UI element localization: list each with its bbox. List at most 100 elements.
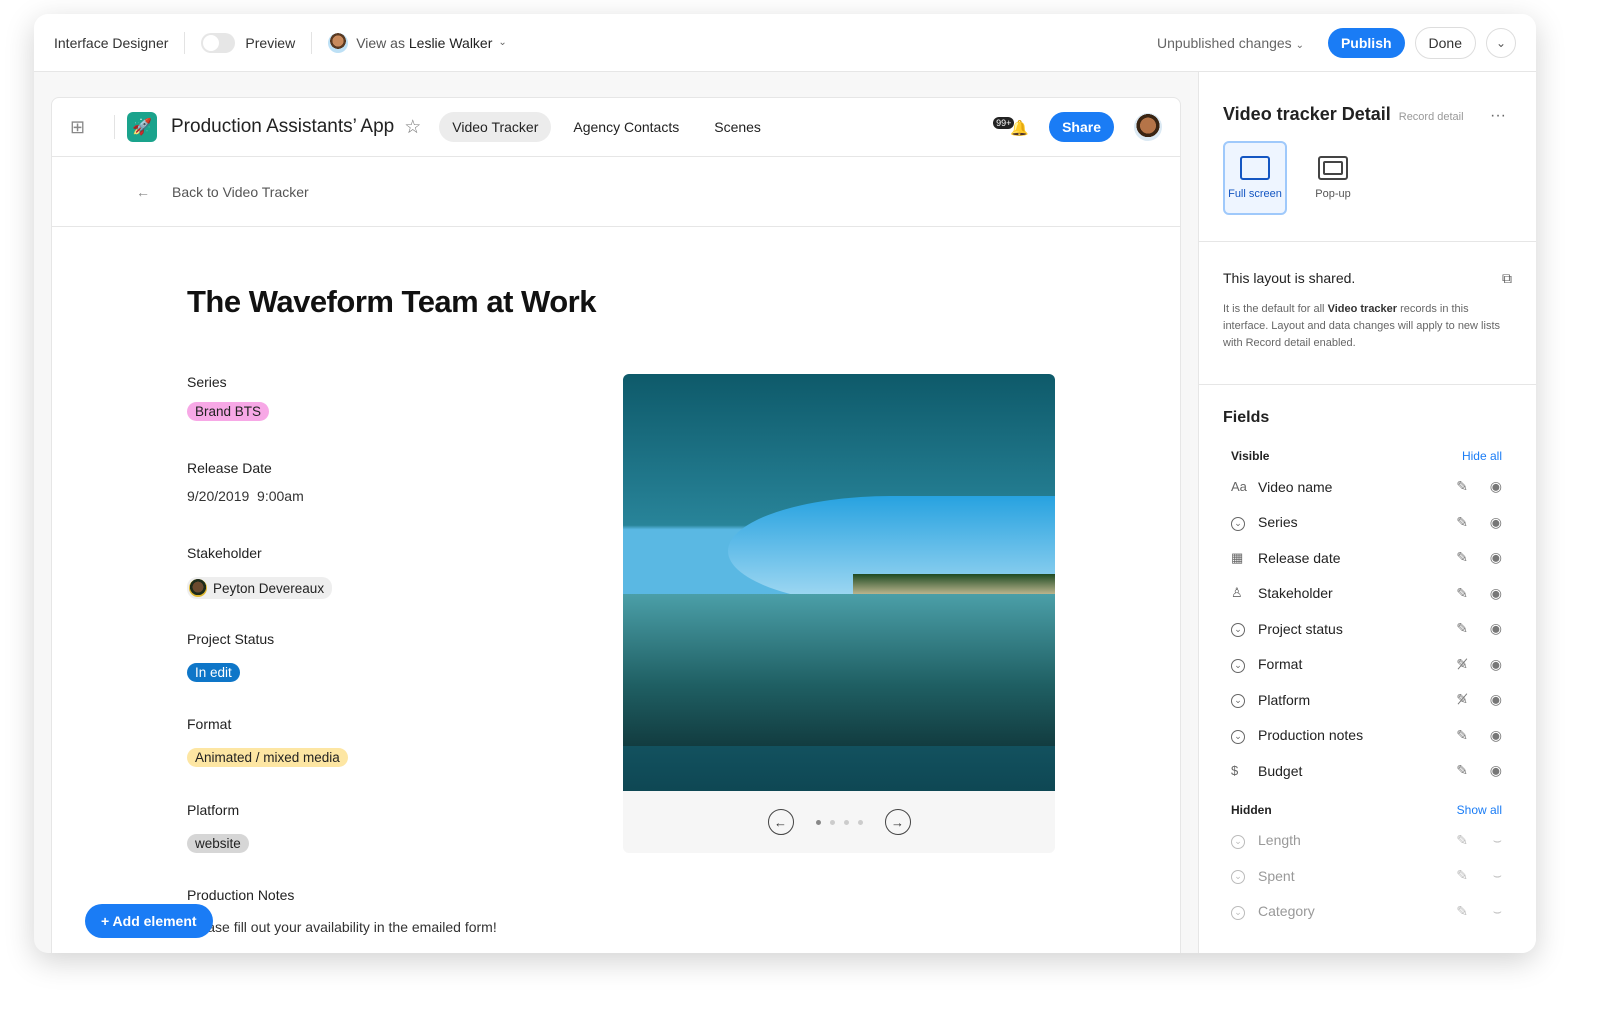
field-series: Series Brand BTS (187, 374, 497, 460)
field-name: Release date (1258, 549, 1341, 566)
panel-subtitle: Record detail (1398, 111, 1464, 123)
pop-up-icon (1318, 156, 1348, 180)
star-icon[interactable]: ☆ (404, 116, 421, 139)
shared-layout-info: This layout is shared. ⧉ It is the defaul… (1199, 242, 1536, 385)
field-row[interactable]: ⌄ Length ✎ ⌣ (1199, 823, 1536, 859)
eye-icon[interactable]: ◉ (1468, 762, 1502, 779)
carousel-dot[interactable] (843, 819, 849, 825)
shared-description: It is the default for all Video tracker … (1223, 301, 1512, 352)
production-notes-value[interactable]: Please fill out your availability in the… (187, 919, 497, 935)
arrow-right-icon[interactable]: → (884, 809, 911, 835)
eye-closed-icon[interactable]: ⌣ (1468, 903, 1502, 920)
pencil-icon[interactable]: ✎ (1434, 762, 1468, 779)
field-row[interactable]: ⌄ Category ✎ ⌣ (1199, 894, 1536, 930)
view-as-dropdown[interactable]: View as Leslie Walker ⌄ (328, 32, 507, 53)
arrow-left-icon: ← (136, 183, 150, 200)
eye-icon[interactable]: ◉ (1468, 549, 1502, 566)
text-bold: Video tracker (1327, 303, 1398, 315)
pencil-icon[interactable]: ✎ (1434, 903, 1468, 920)
tab-agency-contacts[interactable]: Agency Contacts (560, 112, 692, 142)
arrow-left-icon[interactable]: ← (767, 809, 794, 835)
field-row[interactable]: ⌄ Platform ✎̸ ◉ (1199, 682, 1536, 718)
field-label: Release Date (187, 459, 272, 476)
hide-all-link[interactable]: Hide all (1462, 449, 1502, 463)
pencil-icon[interactable]: ✎ (1434, 832, 1468, 849)
more-menu-button[interactable]: ⌄ (1486, 27, 1516, 58)
more-icon[interactable]: ··· (1490, 107, 1506, 125)
pencil-icon[interactable]: ✎ (1434, 549, 1468, 566)
detach-layout-icon[interactable]: ⧉ (1502, 270, 1512, 287)
pencil-icon[interactable]: ✎ (1434, 585, 1468, 602)
carousel-dot[interactable] (829, 819, 835, 825)
layout-full-screen[interactable]: Full screen (1223, 141, 1287, 215)
pencil-icon[interactable]: ✎ (1434, 620, 1468, 637)
view-as-user: Leslie Walker (408, 34, 493, 51)
eye-icon[interactable]: ◉ (1468, 656, 1502, 673)
status-pill[interactable]: In edit (187, 662, 240, 682)
platform-pill[interactable]: website (187, 833, 249, 853)
format-pill[interactable]: Animated / mixed media (187, 748, 348, 767)
eye-icon[interactable]: ◉ (1468, 585, 1502, 602)
done-button[interactable]: Done (1414, 26, 1476, 59)
field-row[interactable]: Aa Video name ✎ ◉ (1199, 469, 1536, 505)
chevron-down-icon: ⌄ (1495, 35, 1507, 50)
release-date-value[interactable]: 9/20/2019 9:00am (187, 488, 304, 504)
visible-heading: Visible (1231, 449, 1270, 463)
field-row[interactable]: ▦ Release date ✎ ◉ (1199, 540, 1536, 576)
pencil-off-icon[interactable]: ✎̸ (1434, 691, 1468, 708)
fields-heading: Fields (1223, 409, 1270, 426)
stakeholder-pill[interactable]: Peyton Devereaux (187, 577, 333, 599)
layout-pop-up[interactable]: Pop-up (1301, 141, 1365, 215)
eye-closed-icon[interactable]: ⌣ (1468, 832, 1502, 849)
field-row[interactable]: $ Budget ✎ ◉ (1199, 753, 1536, 789)
field-row[interactable]: ⌄ Project status ✎ ◉ (1199, 611, 1536, 647)
field-row[interactable]: ⌄ Spent ✎ ⌣ (1199, 858, 1536, 894)
carousel-dot[interactable] (857, 819, 863, 825)
rocket-icon: 🚀 (127, 112, 157, 142)
attachment-image-wave (623, 374, 1055, 806)
layout-label: Pop-up (1315, 188, 1351, 200)
field-row[interactable]: ⌄ Format ✎̸ ◉ (1199, 647, 1536, 683)
notifications-button[interactable]: 99+ 🔔 (993, 117, 1029, 137)
chevron-down-icon: ⌄ (498, 37, 507, 48)
pencil-off-icon[interactable]: ✎̸ (1434, 656, 1468, 673)
pencil-icon[interactable]: ✎ (1434, 727, 1468, 744)
user-avatar[interactable] (1134, 113, 1162, 141)
pencil-icon[interactable]: ✎ (1434, 867, 1468, 884)
eye-icon[interactable]: ◉ (1468, 691, 1502, 708)
eye-icon[interactable]: ◉ (1468, 620, 1502, 637)
pencil-icon[interactable]: ✎ (1434, 478, 1468, 495)
select-icon: ⌄ (1231, 832, 1258, 849)
eye-icon[interactable]: ◉ (1468, 478, 1502, 495)
eye-closed-icon[interactable]: ⌣ (1468, 867, 1502, 884)
avatar (189, 579, 207, 597)
apps-grid-icon[interactable]: ⊞ (70, 117, 102, 138)
preview-label: Preview (245, 34, 296, 51)
field-label: Production Notes (187, 887, 295, 903)
unpublished-changes-dropdown[interactable]: Unpublished changes ⌄ (1157, 35, 1304, 51)
calendar-icon: ▦ (1231, 549, 1244, 565)
publish-button[interactable]: Publish (1327, 27, 1405, 58)
field-row[interactable]: ♙ Stakeholder ✎ ◉ (1199, 576, 1536, 612)
tab-scenes[interactable]: Scenes (701, 112, 774, 142)
top-bar: Interface Designer Preview View as Lesli… (34, 14, 1536, 72)
tab-video-tracker[interactable]: Video Tracker (439, 112, 552, 142)
carousel-dot[interactable] (815, 819, 821, 825)
field-stakeholder: Stakeholder Peyton Devereaux (187, 545, 497, 631)
back-link[interactable]: ← Back to Video Tracker (52, 157, 1180, 227)
layout-label: Full screen (1228, 188, 1282, 200)
share-button[interactable]: Share (1049, 112, 1114, 142)
eye-icon[interactable]: ◉ (1468, 727, 1502, 744)
field-name: Category (1258, 903, 1315, 920)
field-name: Format (1258, 656, 1303, 673)
add-element-button[interactable]: + Add element (85, 904, 213, 938)
preview-toggle[interactable] (201, 32, 236, 53)
series-pill[interactable]: Brand BTS (187, 402, 270, 421)
show-all-link[interactable]: Show all (1457, 803, 1502, 817)
field-row[interactable]: ⌄ Series ✎ ◉ (1199, 505, 1536, 541)
pencil-icon[interactable]: ✎ (1434, 514, 1468, 531)
eye-icon[interactable]: ◉ (1468, 514, 1502, 531)
field-row[interactable]: ⌄ Production notes ✎ ◉ (1199, 718, 1536, 754)
panel-title: Video tracker Detail (1223, 104, 1391, 124)
dollar-icon: $ (1231, 763, 1239, 779)
